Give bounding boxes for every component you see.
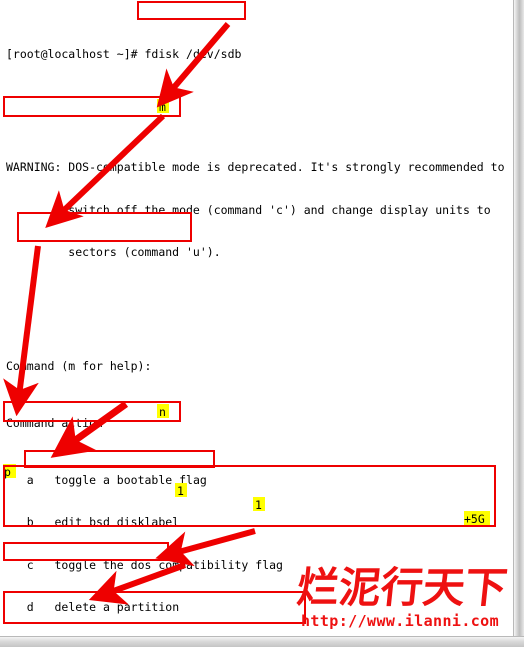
menu-desc-d: delete a partition: [54, 600, 180, 615]
window-right-scrollbar[interactable]: [513, 0, 524, 647]
fdisk-command-text: fdisk /dev/sdb: [144, 46, 242, 61]
terminal-blank-1: [6, 103, 513, 117]
menu-key-b: b: [26, 515, 34, 530]
menu-desc-a: toggle a bootable flag: [54, 472, 207, 487]
menu-key-c: c: [26, 557, 34, 572]
menu-desc-c: toggle the dos compatibility flag: [54, 557, 283, 572]
warning-line-3: sectors (command 'u').: [6, 245, 221, 260]
terminal-line-prompt-1: [root@localhost ~]# fdisk /dev/sdb: [6, 47, 513, 61]
warning-line-2: switch off the mode (command 'c') and ch…: [6, 202, 491, 217]
command-m-prompt-label: Command (m for help):: [6, 358, 159, 373]
watermark-chinese-text: 烂泥行天下: [294, 563, 510, 612]
shell-prompt-1: [root@localhost ~]#: [6, 46, 145, 61]
command-action-header-1: Command action: [6, 415, 103, 430]
watermark-url: http://www.ilanni.com: [301, 612, 500, 630]
menu-item-a: a toggle a bootable flag: [6, 473, 513, 487]
menu-key-d: d: [26, 600, 34, 615]
menu-item-b: b edit bsd disklabel: [6, 515, 513, 529]
terminal-output[interactable]: [root@localhost ~]# fdisk /dev/sdb WARNI…: [0, 0, 513, 647]
menu-desc-b: edit bsd disklabel: [54, 515, 180, 530]
terminal-line-command-m: Command (m for help):: [6, 359, 513, 373]
terminal-screenshot: [root@localhost ~]# fdisk /dev/sdb WARNI…: [0, 0, 524, 647]
window-bottom-edge: [0, 636, 524, 647]
terminal-blank-2: [6, 302, 513, 316]
menu-key-a: a: [26, 472, 34, 487]
warning-line-1: WARNING: DOS-compatible mode is deprecat…: [6, 160, 505, 175]
